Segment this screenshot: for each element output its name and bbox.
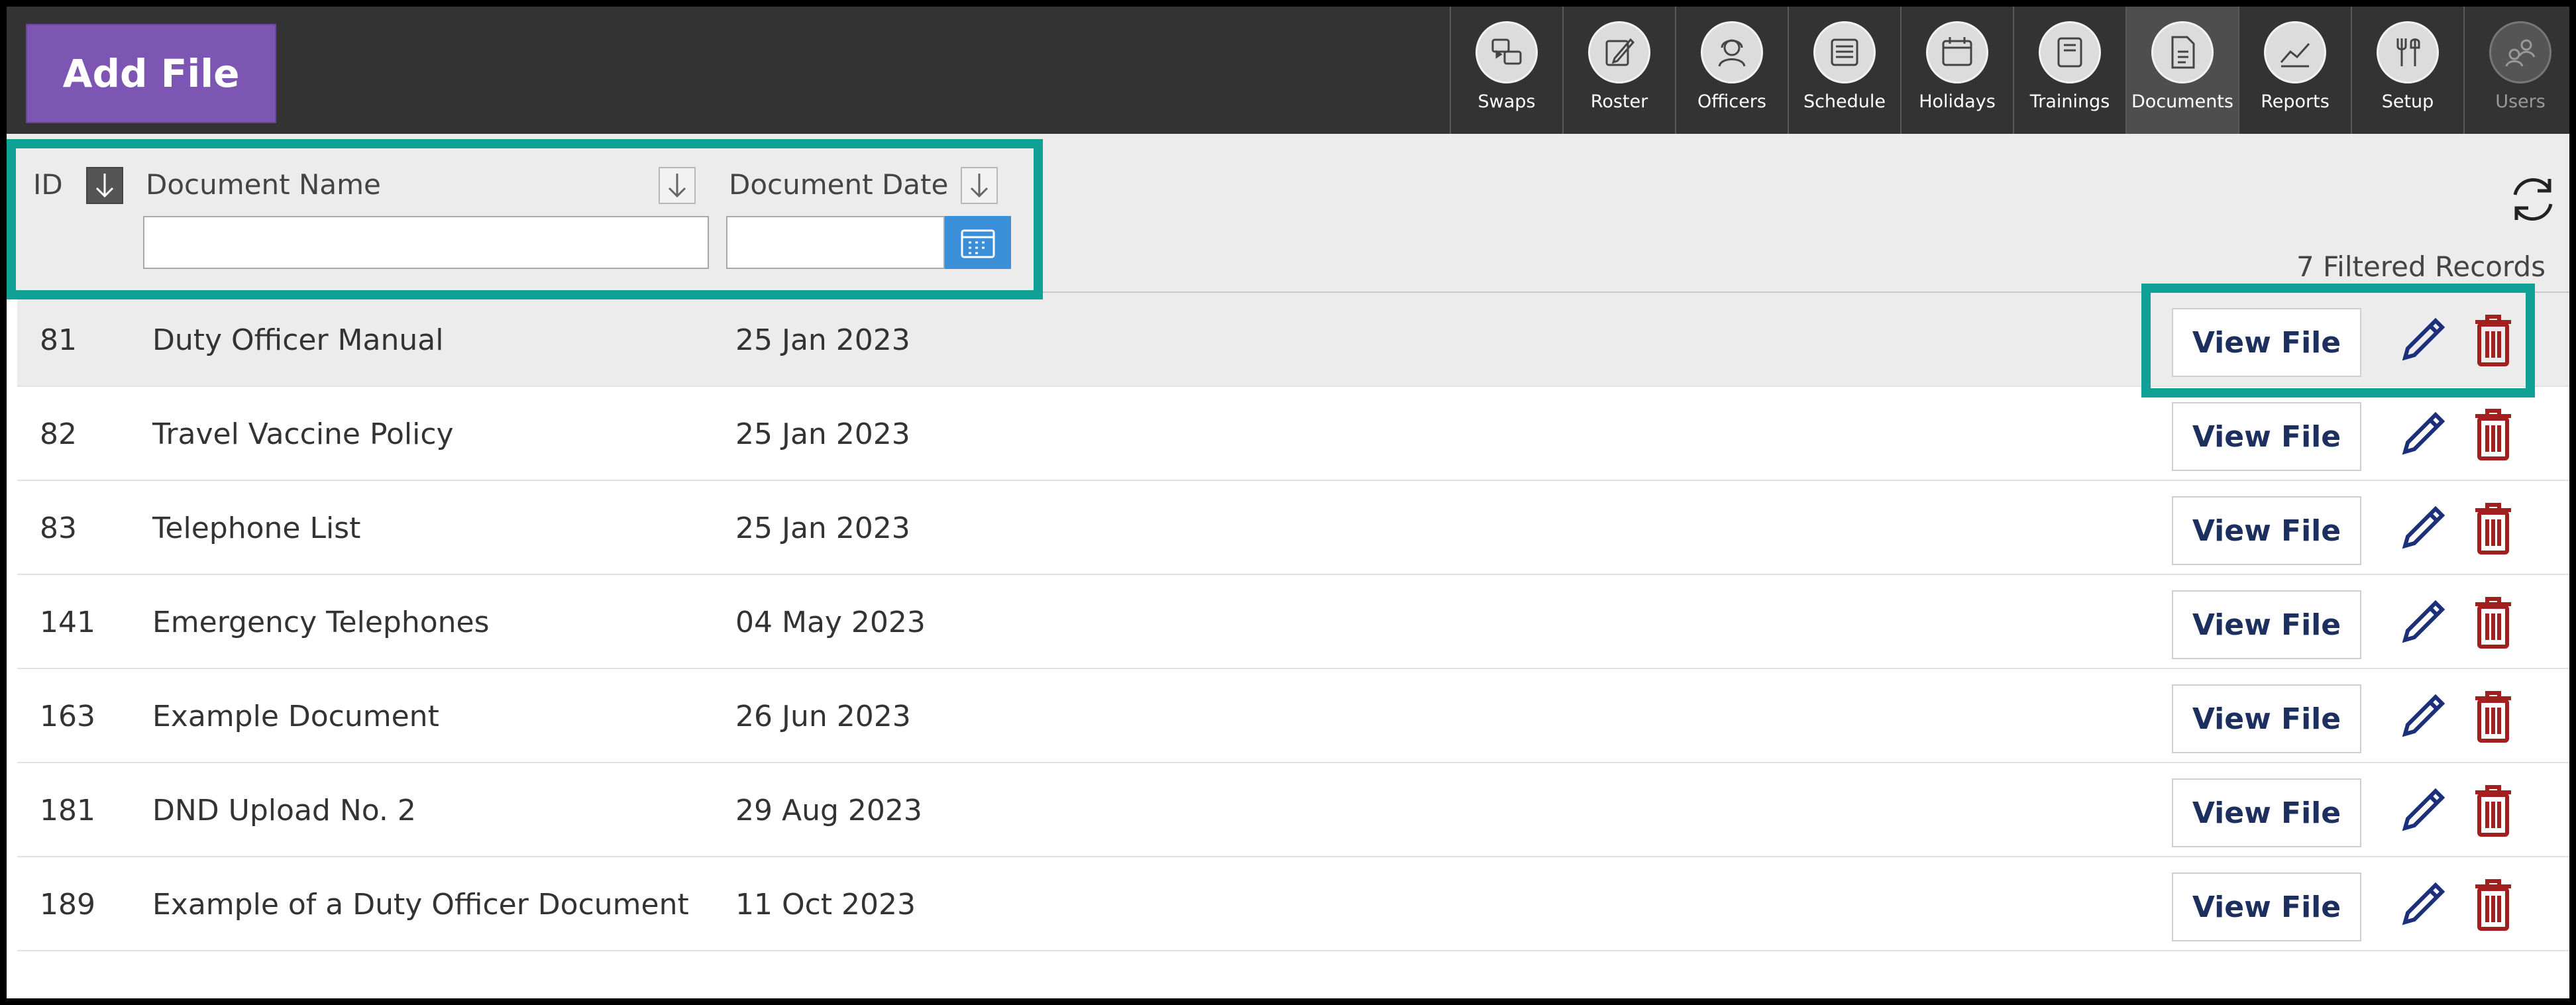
add-file-button[interactable]: Add File (26, 24, 276, 123)
row-id: 82 (40, 417, 77, 451)
trash-icon[interactable] (2473, 502, 2514, 555)
refresh-icon[interactable] (2506, 172, 2560, 227)
table-row[interactable]: 83 Telephone List 25 Jan 2023 View File (17, 481, 2569, 575)
id-sort-button[interactable] (86, 167, 123, 204)
swaps-icon (1476, 21, 1538, 83)
nav-item-schedule[interactable]: Schedule (1788, 7, 1900, 134)
arrow-down-icon (95, 174, 114, 198)
view-file-button[interactable]: View File (2172, 684, 2361, 753)
calendar-picker-button[interactable] (945, 216, 1011, 269)
view-file-button[interactable]: View File (2172, 496, 2361, 565)
pencil-icon[interactable] (2398, 503, 2447, 553)
trash-icon[interactable] (2473, 596, 2514, 649)
reports-icon (2264, 21, 2326, 83)
row-document-date: 26 Jun 2023 (735, 699, 911, 733)
date-column-header: Document Date (729, 168, 949, 201)
users-icon (2489, 21, 2551, 83)
name-sort-button[interactable] (659, 167, 696, 204)
setup-icon (2377, 21, 2439, 83)
id-column-header: ID (33, 168, 63, 201)
pencil-icon[interactable] (2398, 880, 2447, 929)
nav-item-setup[interactable]: Setup (2351, 7, 2463, 134)
trash-icon[interactable] (2473, 878, 2514, 931)
trainings-icon (2039, 21, 2101, 83)
pencil-icon[interactable] (2398, 315, 2447, 364)
pencil-icon[interactable] (2398, 409, 2447, 458)
row-document-name: Example of a Duty Officer Document (152, 887, 689, 922)
table-row[interactable]: 81 Duty Officer Manual 25 Jan 2023 View Fil… (17, 293, 2569, 387)
nav-item-holidays[interactable]: Holidays (1900, 7, 2013, 134)
pencil-icon[interactable] (2398, 598, 2447, 647)
row-id: 189 (40, 887, 95, 922)
calendar-icon (961, 229, 995, 258)
row-document-name: Example Document (152, 699, 439, 733)
arrow-down-icon (970, 174, 989, 198)
row-document-date: 11 Oct 2023 (735, 887, 916, 922)
view-file-button[interactable]: View File (2172, 778, 2361, 847)
view-file-button[interactable]: View File (2172, 402, 2361, 471)
date-sort-button[interactable] (961, 167, 998, 204)
row-id: 83 (40, 511, 77, 545)
table-row[interactable]: 141 Emergency Telephones 04 May 2023 View F… (17, 575, 2569, 669)
row-id: 163 (40, 699, 95, 733)
row-id: 181 (40, 793, 95, 827)
top-toolbar: Add File Swaps Roster Officers Schedule … (7, 7, 2569, 134)
row-document-name: Telephone List (152, 511, 361, 545)
row-document-date: 29 Aug 2023 (735, 793, 922, 827)
row-document-date: 04 May 2023 (735, 605, 926, 639)
nav-item-users[interactable]: Users (2463, 7, 2569, 134)
pencil-icon[interactable] (2398, 786, 2447, 835)
view-file-button[interactable]: View File (2172, 873, 2361, 941)
nav-item-documents[interactable]: Documents (2125, 7, 2238, 134)
table-row[interactable]: 163 Example Document 26 Jun 2023 View File (17, 669, 2569, 763)
filtered-records-count: 7 Filtered Records (2296, 250, 2546, 283)
row-document-name: Duty Officer Manual (152, 323, 444, 357)
nav-item-reports[interactable]: Reports (2238, 7, 2351, 134)
trash-icon[interactable] (2473, 314, 2514, 367)
roster-icon (1588, 21, 1650, 83)
nav-item-trainings[interactable]: Trainings (2013, 7, 2125, 134)
trash-icon[interactable] (2473, 784, 2514, 837)
nav-item-roster[interactable]: Roster (1562, 7, 1675, 134)
trash-icon[interactable] (2473, 408, 2514, 461)
row-id: 81 (40, 323, 77, 357)
officers-icon (1701, 21, 1763, 83)
arrow-down-icon (668, 174, 686, 198)
table-row[interactable]: 82 Travel Vaccine Policy 25 Jan 2023 View F… (17, 387, 2569, 481)
row-document-date: 25 Jan 2023 (735, 323, 910, 357)
main-nav: Swaps Roster Officers Schedule Holidays … (1450, 7, 2569, 134)
holidays-icon (1926, 21, 1988, 83)
row-document-date: 25 Jan 2023 (735, 417, 910, 451)
row-document-name: Emergency Telephones (152, 605, 490, 639)
table-row[interactable]: 189 Example of a Duty Officer Document 11 … (17, 857, 2569, 951)
documents-icon (2151, 21, 2214, 83)
schedule-icon (1813, 21, 1876, 83)
pencil-icon[interactable] (2398, 692, 2447, 741)
name-column-header: Document Name (146, 168, 381, 201)
document-name-filter-input[interactable] (143, 216, 709, 269)
table-row[interactable]: 181 DND Upload No. 2 29 Aug 2023 View File (17, 763, 2569, 857)
view-file-button[interactable]: View File (2172, 590, 2361, 659)
row-document-name: DND Upload No. 2 (152, 793, 416, 827)
row-document-date: 25 Jan 2023 (735, 511, 910, 545)
row-id: 141 (40, 605, 95, 639)
nav-item-officers[interactable]: Officers (1675, 7, 1788, 134)
trash-icon[interactable] (2473, 690, 2514, 743)
document-date-filter-input[interactable] (726, 216, 945, 269)
nav-item-swaps[interactable]: Swaps (1450, 7, 1562, 134)
view-file-button[interactable]: View File (2172, 308, 2361, 377)
row-document-name: Travel Vaccine Policy (152, 417, 454, 451)
filter-bar: ID Document Name Document Date (7, 134, 2569, 293)
app-window: Add File Swaps Roster Officers Schedule … (0, 0, 2576, 1005)
